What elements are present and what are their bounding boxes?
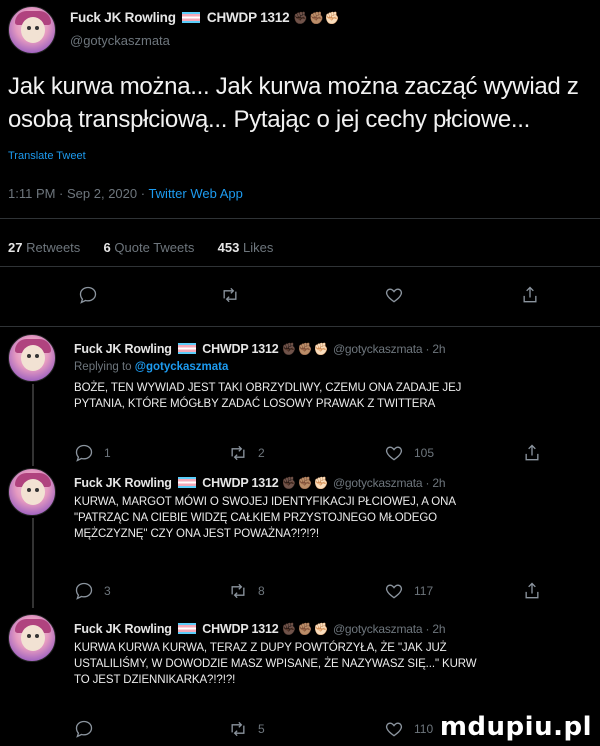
- share-button[interactable]: [520, 282, 540, 308]
- divider: [0, 326, 600, 327]
- reply-button[interactable]: 1: [74, 440, 111, 466]
- author-handle[interactable]: @gotyckaszmata · 2h: [333, 622, 446, 636]
- replying-to: Replying to @gotyckaszmata: [74, 361, 229, 373]
- watermark: mdupiu.pl: [439, 712, 592, 742]
- like-button[interactable]: 117: [384, 578, 433, 604]
- share-button[interactable]: [522, 440, 542, 466]
- like-button[interactable]: 110: [384, 716, 433, 742]
- trans-flag-icon: [177, 343, 196, 354]
- author-handle[interactable]: @gotyckaszmata · 2h: [333, 476, 446, 490]
- trans-flag-icon: [177, 477, 196, 488]
- reply-button[interactable]: [74, 716, 104, 742]
- trans-flag-icon: [177, 623, 196, 634]
- comment-icon: [75, 444, 93, 462]
- tweet-stats: 27 Retweets 6 Quote Tweets 453 Likes: [8, 240, 274, 255]
- retweet-icon: [231, 721, 245, 737]
- author-name[interactable]: Fuck JK Rowling CHWDP 1312 ✊🏿✊🏽✊🏻: [70, 10, 341, 25]
- comment-icon: [75, 582, 93, 600]
- reply-button[interactable]: [78, 282, 98, 308]
- retweet-button[interactable]: 5: [228, 716, 265, 742]
- share-icon: [523, 286, 537, 303]
- like-button[interactable]: 105: [384, 440, 434, 466]
- tweet-meta: 1:11 PM · Sep 2, 2020 · Twitter Web App: [8, 186, 243, 201]
- heart-icon: [385, 722, 403, 737]
- translate-tweet-link[interactable]: Translate Tweet: [8, 150, 86, 162]
- avatar[interactable]: [8, 468, 56, 516]
- author-handle[interactable]: @gotyckaszmata: [70, 33, 170, 48]
- tweet-actions: [0, 282, 600, 310]
- raised-fist-icon: ✊🏿✊🏽✊🏻: [293, 11, 341, 25]
- author-name[interactable]: Fuck JK Rowling CHWDP 1312 ✊🏿✊🏽✊🏻 @gotyc…: [74, 622, 446, 636]
- retweet-button[interactable]: 8: [228, 578, 265, 604]
- source-app-link[interactable]: Twitter Web App: [148, 186, 242, 201]
- share-button[interactable]: [522, 578, 542, 604]
- retweet-icon: [231, 583, 245, 599]
- retweet-icon: [223, 287, 237, 303]
- like-button[interactable]: [384, 282, 404, 308]
- reply-actions: 1 2 105: [0, 440, 600, 468]
- retweet-button[interactable]: 2: [228, 440, 265, 466]
- retweets-count[interactable]: 27: [8, 240, 22, 255]
- reply-button[interactable]: 3: [74, 578, 111, 604]
- raised-fist-icon: ✊🏿✊🏽✊🏻: [281, 476, 330, 490]
- author-name[interactable]: Fuck JK Rowling CHWDP 1312 ✊🏿✊🏽✊🏻 @gotyc…: [74, 342, 446, 356]
- share-icon: [525, 444, 539, 461]
- reply-text: KURWA, MARGOT MÓWI O SWOJEJ IDENTYFIKACJ…: [74, 496, 456, 540]
- author-handle[interactable]: @gotyckaszmata · 2h: [333, 342, 446, 356]
- avatar[interactable]: [8, 334, 56, 382]
- divider: [0, 266, 600, 267]
- avatar[interactable]: [8, 6, 56, 54]
- comment-icon: [75, 720, 93, 738]
- likes-count[interactable]: 453: [218, 240, 240, 255]
- reply-text: BOŻE, TEN WYWIAD JEST TAKI OBRZYDLIWY, C…: [74, 382, 462, 410]
- reply-actions: 3 8 117: [0, 578, 600, 606]
- tweet-text: Jak kurwa można... Jak kurwa można zaczą…: [8, 73, 579, 133]
- retweet-icon: [231, 445, 245, 461]
- avatar[interactable]: [8, 614, 56, 662]
- trans-flag-icon: [182, 12, 201, 23]
- heart-icon: [385, 446, 403, 461]
- heart-icon: [385, 288, 403, 303]
- heart-icon: [385, 584, 403, 599]
- reply-text: KURWA KURWA KURWA, TERAZ Z DUPY POWTÓRZY…: [74, 642, 477, 686]
- raised-fist-icon: ✊🏿✊🏽✊🏻: [281, 342, 330, 356]
- retweet-button[interactable]: [220, 282, 240, 308]
- raised-fist-icon: ✊🏿✊🏽✊🏻: [281, 622, 330, 636]
- comment-icon: [79, 286, 97, 304]
- divider: [0, 218, 600, 219]
- author-name[interactable]: Fuck JK Rowling CHWDP 1312 ✊🏿✊🏽✊🏻 @gotyc…: [74, 476, 446, 490]
- quotes-count[interactable]: 6: [104, 240, 111, 255]
- mention-link[interactable]: @gotyckaszmata: [135, 361, 229, 373]
- share-icon: [525, 582, 539, 599]
